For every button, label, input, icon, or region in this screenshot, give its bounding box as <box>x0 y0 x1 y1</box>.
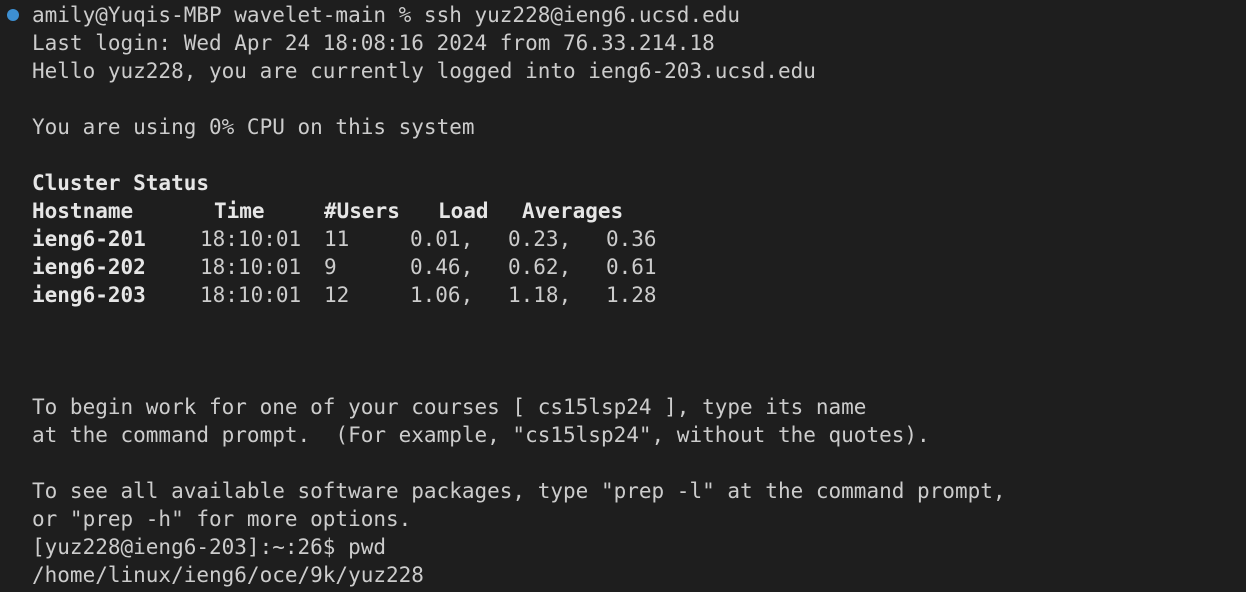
header-averages: Averages <box>522 199 624 223</box>
row-hostname: ieng6-203 <box>32 283 146 307</box>
cluster-status-title: Cluster Status <box>32 171 210 195</box>
row-hostname: ieng6-202 <box>32 255 146 279</box>
table-row: ieng6-201 18:10:01 11 0.01, 0.23, 0.36 <box>32 225 657 253</box>
local-prompt-line: amily@Yuqis-MBP wavelet-main % ssh yuz22… <box>32 3 741 27</box>
packages-info-line-2: or "prep -h" for more options. <box>32 507 412 531</box>
last-login-line: Last login: Wed Apr 24 18:08:16 2024 fro… <box>32 31 715 55</box>
courses-info-line-1: To begin work for one of your courses [ … <box>32 395 867 419</box>
header-time: Time <box>214 199 265 223</box>
row-load-5: 0.62, <box>508 255 572 279</box>
cluster-table-header: Hostname Time #Users Load Averages <box>32 197 623 225</box>
table-row: ieng6-203 18:10:01 12 1.06, 1.18, 1.28 <box>32 281 657 309</box>
row-load-1: 0.46, <box>410 255 474 279</box>
packages-info-line-1: To see all available software packages, … <box>32 479 1006 503</box>
row-load-15: 1.28 <box>606 283 657 307</box>
row-load-5: 0.23, <box>508 227 572 251</box>
row-users: 12 <box>324 283 350 307</box>
row-load-15: 0.36 <box>606 227 657 251</box>
row-load-15: 0.61 <box>606 255 657 279</box>
row-load-1: 0.01, <box>410 227 474 251</box>
row-time: 18:10:01 <box>200 255 302 279</box>
row-users: 9 <box>324 255 337 279</box>
command-status-icon <box>7 9 19 21</box>
row-load-1: 1.06, <box>410 283 474 307</box>
header-hostname: Hostname <box>32 199 134 223</box>
header-users: #Users <box>324 199 400 223</box>
row-hostname: ieng6-201 <box>32 227 146 251</box>
cpu-usage-line: You are using 0% CPU on this system <box>32 115 475 139</box>
table-row: ieng6-202 18:10:01 9 0.46, 0.62, 0.61 <box>32 253 657 281</box>
pwd-output-line: /home/linux/ieng6/oce/9k/yuz228 <box>32 563 424 587</box>
remote-prompt-line[interactable]: [yuz228@ieng6-203]:~:26$ pwd <box>32 533 386 561</box>
row-load-5: 1.18, <box>508 283 572 307</box>
hello-line: Hello yuz228, you are currently logged i… <box>32 59 816 83</box>
row-users: 11 <box>324 227 350 251</box>
row-time: 18:10:01 <box>200 227 302 251</box>
header-load: Load <box>438 199 489 223</box>
row-time: 18:10:01 <box>200 283 302 307</box>
terminal-window[interactable]: amily@Yuqis-MBP wavelet-main % ssh yuz22… <box>0 0 1246 592</box>
courses-info-line-2: at the command prompt. (For example, "cs… <box>32 423 930 447</box>
